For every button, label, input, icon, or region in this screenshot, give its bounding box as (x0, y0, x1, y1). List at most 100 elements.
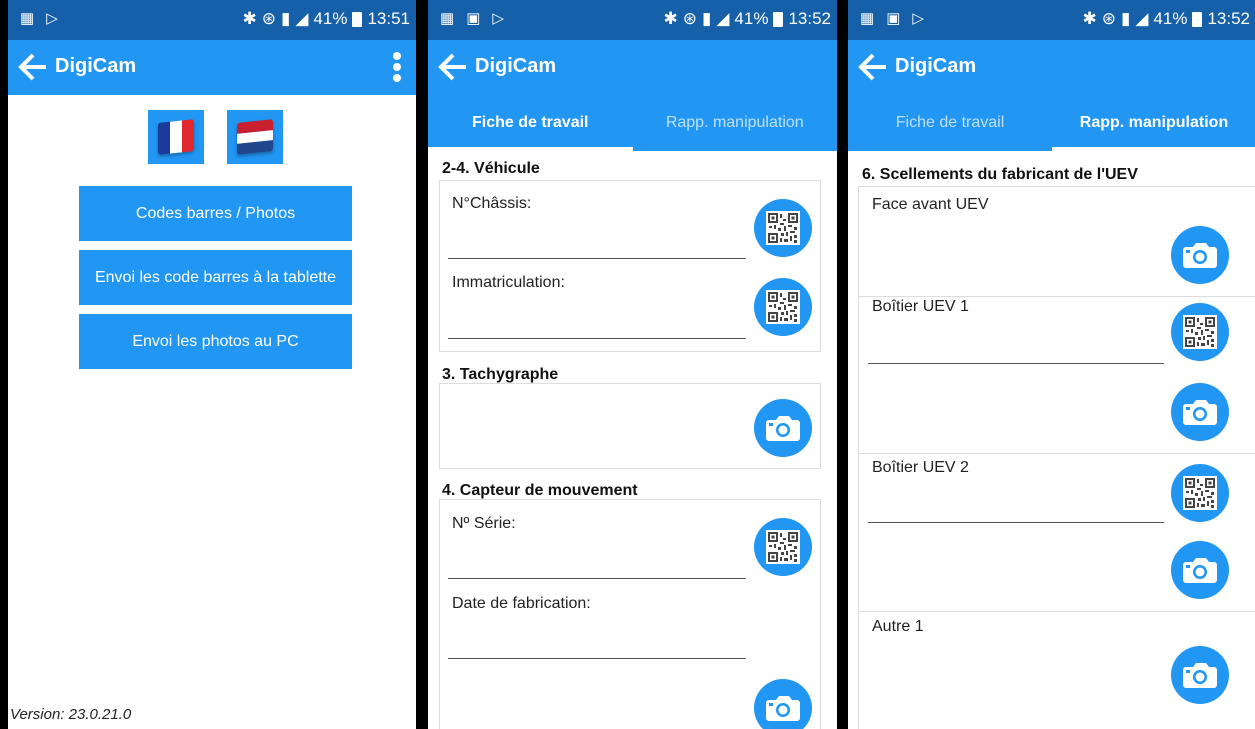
handling-report-screen: ▦ ▣ ▷ ✱ ⊛ ▮ ◢ 41% 13:52 DigiCam Fiche de… (848, 0, 1255, 729)
battery-level: 41% (313, 9, 348, 28)
home-screen: ▦ ▷ ✱ ⊛ ▮ ◢ 41% 13:51 DigiCam Codes barr… (8, 0, 416, 729)
section-seals-title: 6. Scellements du fabricant de l'UEV (862, 166, 1138, 183)
camera-icon (1182, 556, 1218, 584)
manufacture-date-label: Date de fabrication: (452, 595, 591, 612)
camera-icon (1182, 661, 1218, 689)
tab-rapp-manipulation[interactable]: Rapp. manipulation (1052, 95, 1255, 151)
registration-field[interactable] (448, 338, 746, 339)
serial-label: Nº Série: (452, 515, 516, 532)
send-photos-button[interactable]: Envoi les photos au PC (79, 314, 352, 369)
gallery-icon: ▣ (886, 10, 901, 27)
chassis-scan-button[interactable] (754, 199, 812, 257)
app-title: DigiCam (55, 55, 137, 77)
overflow-menu-icon[interactable] (392, 52, 402, 86)
housing-uev-1-label: Boîtier UEV 1 (872, 298, 969, 315)
section-motion-sensor-title: 4. Capteur de mouvement (442, 482, 638, 499)
french-flag-button[interactable] (148, 110, 204, 164)
dutch-flag-button[interactable] (227, 110, 283, 164)
wifi-icon: ⊛ (1101, 9, 1116, 28)
tab-rapp-manipulation[interactable]: Rapp. manipulation (633, 95, 838, 151)
back-arrow-icon[interactable] (18, 52, 48, 82)
clock: 13:52 (788, 9, 831, 28)
play-store-icon: ▷ (912, 10, 924, 27)
barcodes-photos-button[interactable]: Codes barres / Photos (79, 186, 352, 241)
serial-scan-button[interactable] (754, 518, 812, 576)
tab-fiche-de-travail[interactable]: Fiche de travail (428, 95, 633, 151)
dutch-flag-icon (237, 119, 273, 155)
french-flag-icon (158, 119, 194, 155)
calendar-icon: ▦ (20, 10, 35, 27)
app-bar: DigiCam (848, 40, 1255, 95)
sim-icon: ▮ (280, 9, 291, 28)
section-vehicle-title: 2-4. Véhicule (442, 160, 540, 177)
qr-code-icon (766, 211, 800, 245)
camera-icon (765, 414, 801, 442)
housing-uev-1-scan-button[interactable] (1171, 303, 1229, 361)
camera-icon (765, 694, 801, 722)
status-bar: ▦ ▷ ✱ ⊛ ▮ ◢ 41% 13:51 (8, 0, 416, 40)
housing-uev-2-field[interactable] (868, 522, 1164, 523)
bluetooth-icon: ✱ (242, 9, 257, 28)
front-uev-photo-button[interactable] (1171, 226, 1229, 284)
camera-icon (1182, 398, 1218, 426)
play-store-icon: ▷ (492, 10, 504, 27)
bluetooth-icon: ✱ (1082, 9, 1097, 28)
wifi-icon: ⊛ (682, 9, 697, 28)
divider (858, 611, 1255, 612)
app-title: DigiCam (895, 55, 977, 77)
clock: 13:51 (367, 9, 410, 28)
chassis-label: N°Châssis: (452, 195, 532, 212)
tab-fiche-de-travail[interactable]: Fiche de travail (848, 95, 1052, 151)
signal-icon: ◢ (295, 9, 309, 28)
app-bar: DigiCam (8, 40, 416, 95)
play-store-icon: ▷ (46, 10, 58, 27)
sim-icon: ▮ (701, 9, 712, 28)
app-bar: DigiCam (428, 40, 837, 95)
housing-uev-2-scan-button[interactable] (1171, 464, 1229, 522)
tab-indicator (428, 147, 633, 151)
wifi-icon: ⊛ (261, 9, 276, 28)
motion-sensor-photo-button[interactable] (754, 679, 812, 729)
signal-icon: ◢ (716, 9, 730, 28)
housing-uev-2-photo-button[interactable] (1171, 541, 1229, 599)
camera-icon (1182, 241, 1218, 269)
battery-level: 41% (1153, 9, 1188, 28)
housing-uev-1-photo-button[interactable] (1171, 383, 1229, 441)
other-1-label: Autre 1 (872, 618, 924, 635)
housing-uev-1-field[interactable] (868, 363, 1164, 364)
sim-icon: ▮ (1120, 9, 1131, 28)
chassis-field[interactable] (448, 258, 746, 259)
housing-uev-2-label: Boîtier UEV 2 (872, 459, 969, 476)
other-1-photo-button[interactable] (1171, 646, 1229, 704)
signal-icon: ◢ (1135, 9, 1149, 28)
registration-label: Immatriculation: (452, 274, 565, 291)
qr-code-icon (766, 530, 800, 564)
battery-icon (1192, 11, 1203, 27)
divider (858, 296, 1255, 297)
send-barcodes-button[interactable]: Envoi les code barres à la tablette (79, 250, 352, 305)
status-bar: ▦ ▣ ▷ ✱ ⊛ ▮ ◢ 41% 13:52 (848, 0, 1255, 40)
app-title: DigiCam (475, 55, 557, 77)
divider (858, 453, 1255, 454)
back-arrow-icon[interactable] (858, 52, 888, 82)
qr-code-icon (1183, 476, 1217, 510)
back-arrow-icon[interactable] (438, 52, 468, 82)
calendar-icon: ▦ (440, 10, 455, 27)
front-uev-label: Face avant UEV (872, 196, 989, 213)
qr-code-icon (766, 290, 800, 324)
registration-scan-button[interactable] (754, 278, 812, 336)
battery-icon (352, 11, 363, 27)
tachograph-photo-button[interactable] (754, 399, 812, 457)
tab-bar: Fiche de travail Rapp. manipulation (848, 95, 1255, 151)
gallery-icon: ▣ (466, 10, 481, 27)
manufacture-date-field[interactable] (448, 658, 746, 659)
battery-level: 41% (734, 9, 769, 28)
bluetooth-icon: ✱ (663, 9, 678, 28)
status-bar: ▦ ▣ ▷ ✱ ⊛ ▮ ◢ 41% 13:52 (428, 0, 837, 40)
tab-bar: Fiche de travail Rapp. manipulation (428, 95, 837, 151)
section-tachograph-title: 3. Tachygraphe (442, 366, 559, 383)
qr-code-icon (1183, 315, 1217, 349)
serial-field[interactable] (448, 578, 746, 579)
calendar-icon: ▦ (860, 10, 875, 27)
battery-icon (773, 11, 784, 27)
